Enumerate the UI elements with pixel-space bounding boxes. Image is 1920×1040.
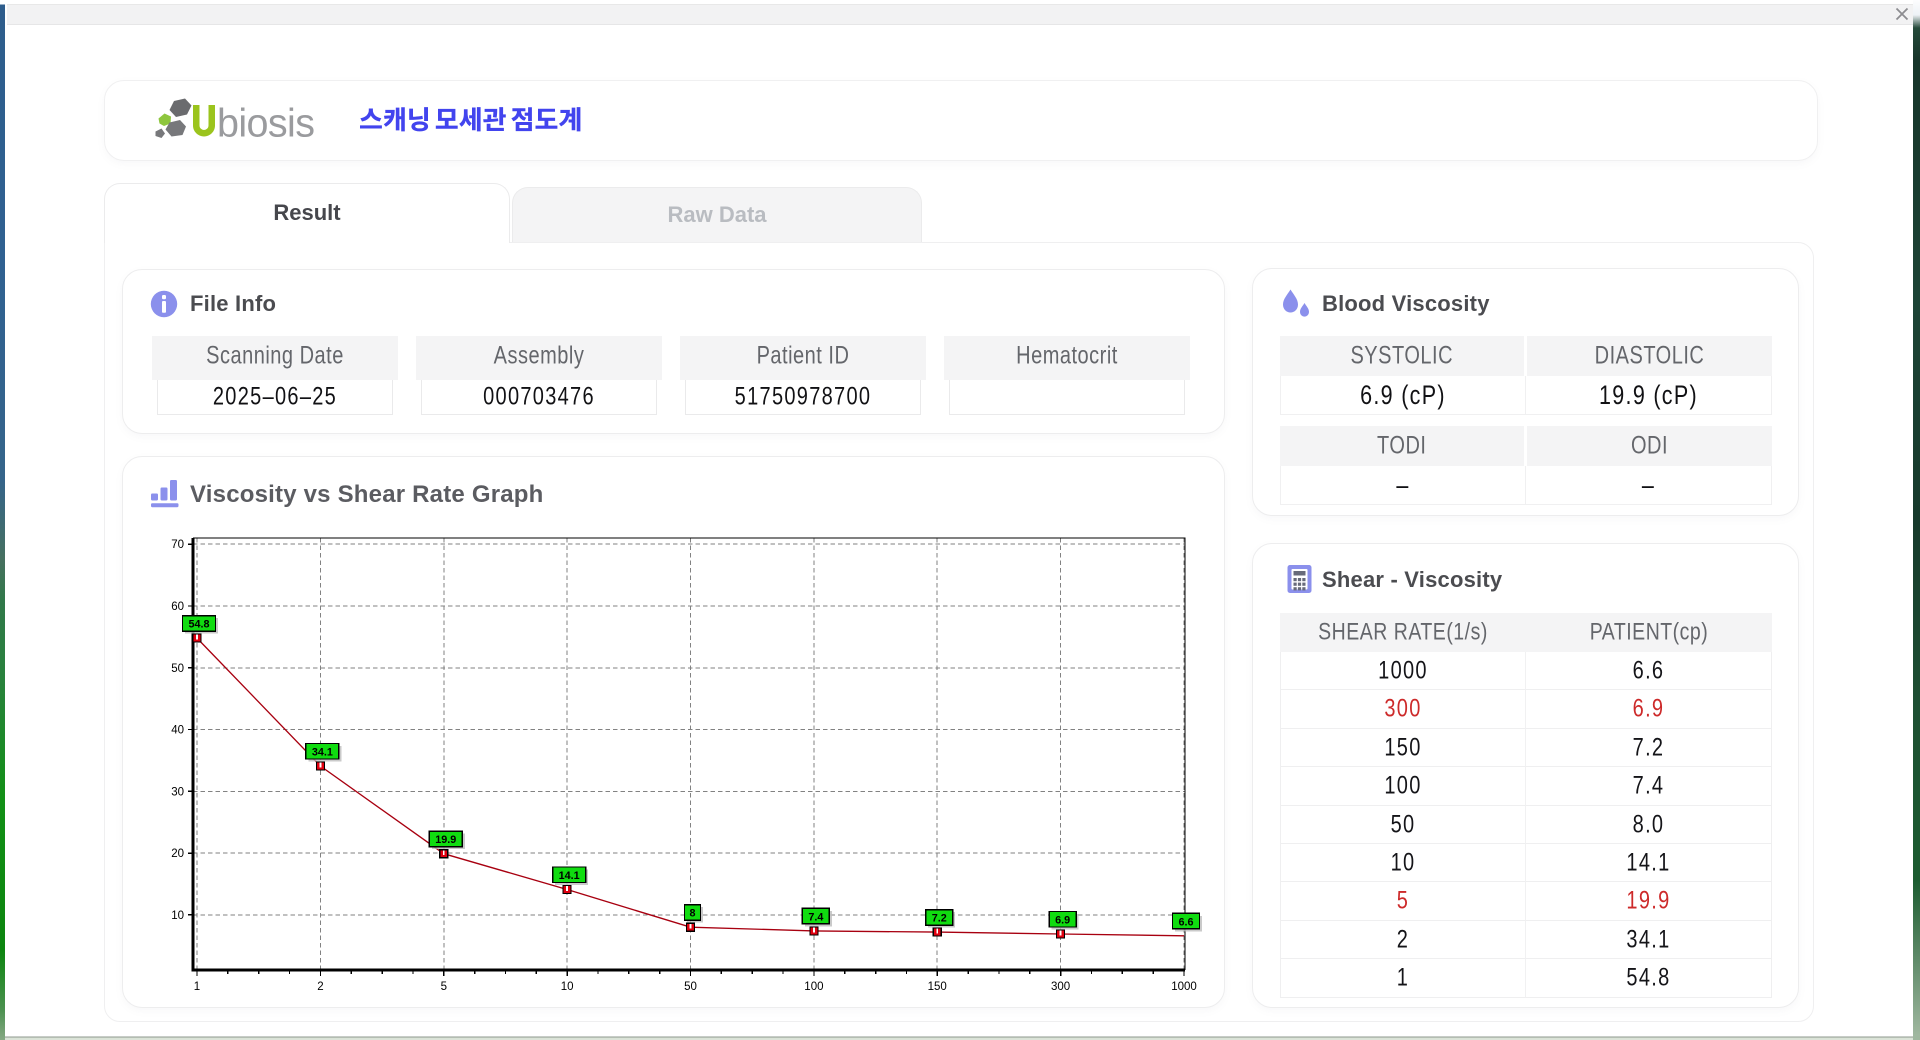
svg-text:30: 30 <box>171 786 184 798</box>
svg-text:6.9: 6.9 <box>1055 915 1070 927</box>
svg-text:19.9: 19.9 <box>435 834 456 846</box>
svg-text:40: 40 <box>171 725 184 737</box>
svg-text:biosis: biosis <box>217 102 314 146</box>
svg-text:10: 10 <box>561 981 574 993</box>
svg-text:20: 20 <box>171 848 184 860</box>
svg-text:100: 100 <box>804 981 823 993</box>
svg-text:1000: 1000 <box>1171 981 1197 993</box>
svg-text:7.2: 7.2 <box>932 913 947 925</box>
svg-text:70: 70 <box>171 539 184 551</box>
svg-text:6.6: 6.6 <box>1178 916 1193 928</box>
svg-text:54.8: 54.8 <box>188 619 209 631</box>
svg-text:10: 10 <box>171 910 184 922</box>
svg-text:34.1: 34.1 <box>312 747 333 759</box>
svg-text:150: 150 <box>928 981 947 993</box>
svg-text:7.4: 7.4 <box>808 911 823 923</box>
svg-text:5: 5 <box>441 981 447 993</box>
svg-text:50: 50 <box>171 663 184 675</box>
svg-text:60: 60 <box>171 601 184 613</box>
svg-text:300: 300 <box>1051 981 1070 993</box>
svg-text:1: 1 <box>194 981 200 993</box>
svg-text:50: 50 <box>684 981 697 993</box>
svg-text:2: 2 <box>317 981 323 993</box>
svg-text:14.1: 14.1 <box>559 870 580 882</box>
svg-text:8: 8 <box>689 908 695 920</box>
